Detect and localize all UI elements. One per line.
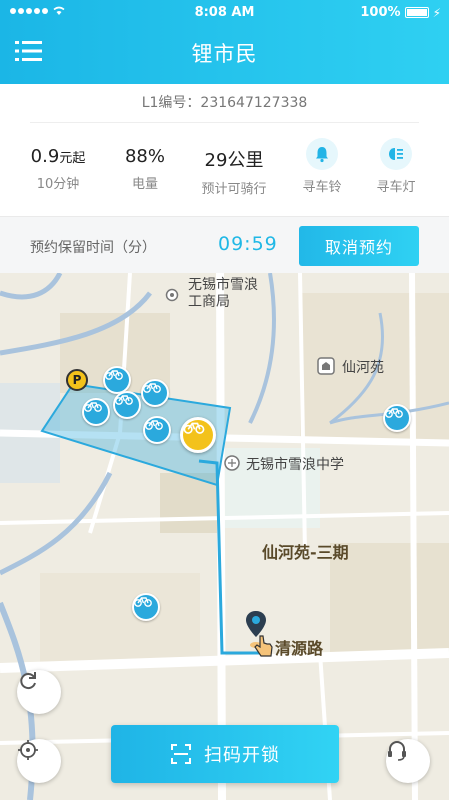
map-view[interactable]: 无锡市雪浪 工商局 仙河苑 无锡市雪浪中学 仙河苑-三期 清源路 P bbox=[0, 273, 449, 800]
map-label-bureau: 无锡市雪浪 工商局 bbox=[188, 277, 258, 310]
map-label-xianheyuan: 仙河苑 bbox=[342, 360, 384, 376]
locate-icon bbox=[18, 740, 38, 760]
app-title: 锂市民 bbox=[191, 42, 258, 66]
bike-marker[interactable] bbox=[383, 404, 411, 432]
scan-unlock-label: 扫码开锁 bbox=[204, 745, 280, 766]
refresh-icon bbox=[20, 672, 36, 690]
bike-marker[interactable] bbox=[141, 379, 169, 407]
find-light-button[interactable]: 寻车灯 bbox=[366, 138, 426, 195]
status-bar: 8:08 AM 100% ⚡ bbox=[0, 0, 449, 26]
locate-button[interactable] bbox=[17, 739, 61, 783]
reservation-bar: 预约保留时间（分） 09:59 取消预约 bbox=[0, 216, 449, 273]
bike-marker[interactable] bbox=[113, 391, 141, 419]
bike-marker[interactable] bbox=[132, 593, 160, 621]
bike-serial: L1编号：231647127338 bbox=[141, 95, 308, 111]
find-bell-button[interactable]: 寻车铃 bbox=[292, 138, 352, 195]
nav-bar: 锂市民 bbox=[0, 26, 449, 84]
cancel-reservation-button[interactable]: 取消预约 bbox=[299, 226, 419, 266]
map-label-phase3: 仙河苑-三期 bbox=[262, 543, 349, 562]
refresh-button[interactable] bbox=[17, 670, 61, 714]
parking-icon[interactable]: P bbox=[66, 369, 88, 391]
reservation-timer: 09:59 bbox=[218, 233, 278, 255]
bike-marker[interactable] bbox=[82, 398, 110, 426]
charging-icon: ⚡ bbox=[432, 5, 441, 20]
selected-bike-marker[interactable] bbox=[180, 417, 216, 453]
range-stat: 29公里 预计可骑行 bbox=[201, 150, 267, 197]
map-label-road: 清源路 bbox=[275, 639, 324, 658]
bike-marker[interactable] bbox=[103, 366, 131, 394]
bell-icon bbox=[306, 138, 338, 170]
header: 8:08 AM 100% ⚡ 锂市民 bbox=[0, 0, 449, 84]
scan-unlock-button[interactable]: 扫码开锁 bbox=[111, 725, 339, 783]
battery-stat: 88% 电量 bbox=[124, 146, 165, 192]
hand-pointer-icon bbox=[252, 633, 276, 659]
price-stat: 0.9元起 10分钟 bbox=[30, 146, 86, 192]
customer-service-button[interactable] bbox=[386, 739, 430, 783]
bike-info-card: L1编号：231647127338 0.9元起 10分钟 88% 电量 29公里… bbox=[0, 84, 449, 216]
reservation-label: 预约保留时间（分） bbox=[30, 240, 156, 256]
headlight-icon bbox=[380, 138, 412, 170]
headset-icon bbox=[388, 741, 406, 761]
map-canvas bbox=[0, 273, 449, 800]
battery-icon bbox=[404, 7, 429, 18]
bike-marker[interactable] bbox=[143, 416, 171, 444]
scan-icon bbox=[171, 744, 191, 764]
divider bbox=[30, 122, 419, 123]
map-label-school: 无锡市雪浪中学 bbox=[246, 457, 344, 473]
battery-percent: 100% bbox=[360, 5, 401, 20]
